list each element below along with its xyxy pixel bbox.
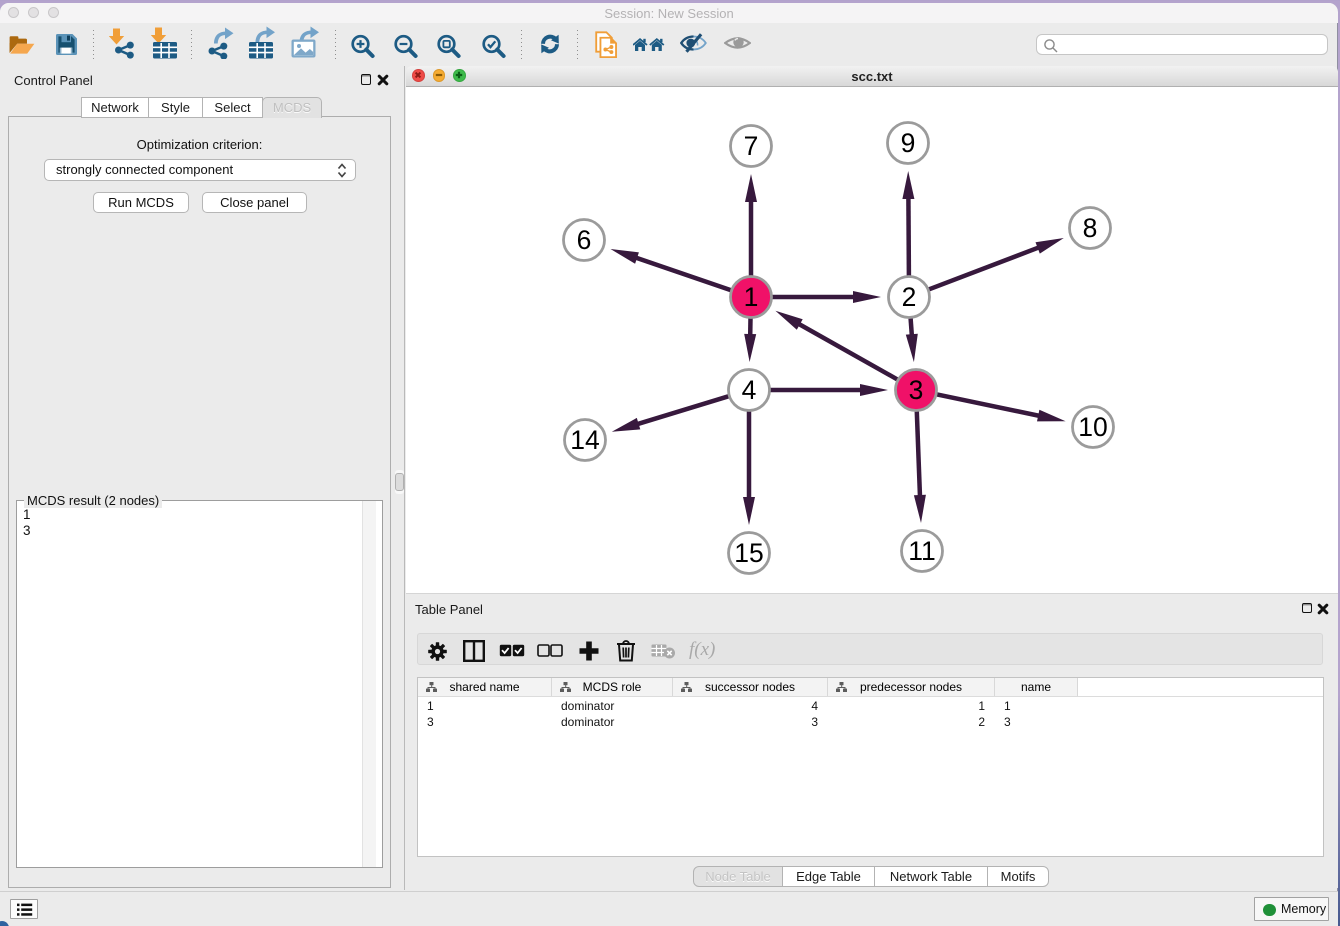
svg-text:6: 6: [577, 225, 592, 255]
svg-text:15: 15: [734, 538, 763, 568]
svg-text:1: 1: [744, 282, 759, 312]
svg-text:9: 9: [901, 128, 916, 158]
svg-text:8: 8: [1083, 213, 1098, 243]
svg-text:3: 3: [909, 375, 924, 405]
svg-text:4: 4: [742, 375, 757, 405]
svg-text:2: 2: [902, 282, 917, 312]
svg-text:7: 7: [744, 131, 759, 161]
svg-text:14: 14: [570, 425, 599, 455]
svg-text:10: 10: [1078, 412, 1107, 442]
svg-text:11: 11: [908, 536, 936, 566]
